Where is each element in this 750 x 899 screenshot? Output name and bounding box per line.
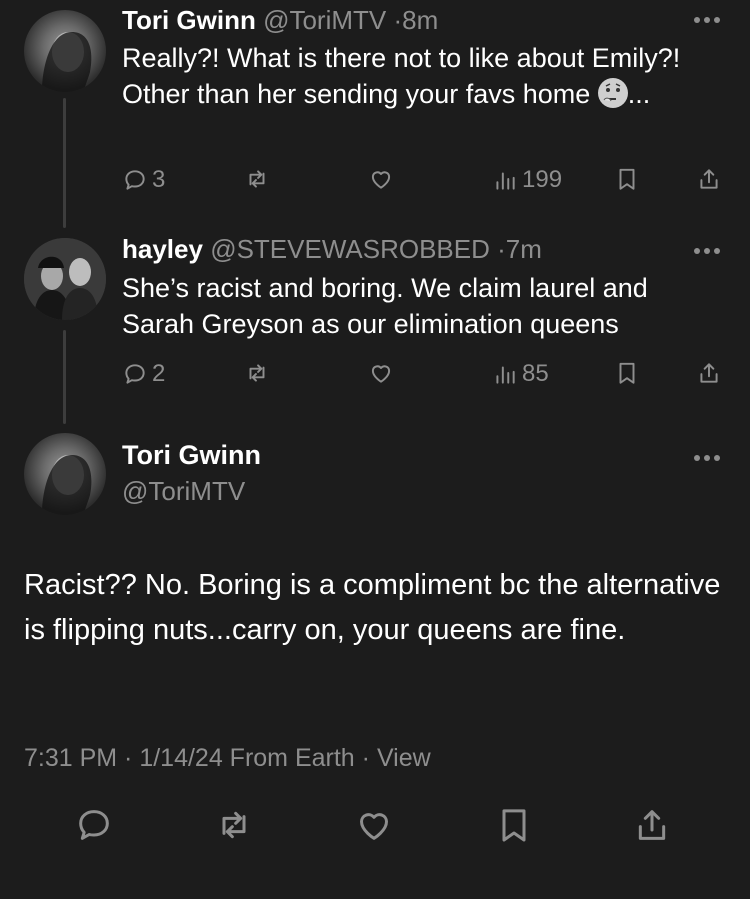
author-name[interactable]: Tori Gwinn (122, 440, 261, 471)
tweet-header: Tori Gwinn @ToriMTV ·8m (122, 5, 438, 35)
retweet-icon (244, 360, 270, 386)
tweet-time[interactable]: 8m (402, 5, 438, 35)
separator: · (393, 5, 403, 35)
like-icon (354, 805, 394, 845)
author-name[interactable]: Tori Gwinn (122, 5, 256, 35)
like-icon (368, 166, 394, 192)
like-icon (368, 360, 394, 386)
thread-line (63, 330, 66, 424)
reply-icon (122, 167, 148, 193)
timestamp[interactable]: 7:31 PM · 1/14/24 From Earth (24, 744, 355, 772)
share-button[interactable] (696, 166, 722, 192)
like-button[interactable] (368, 166, 394, 192)
share-button[interactable] (696, 360, 722, 386)
share-icon (696, 360, 722, 386)
separator: · (497, 234, 506, 264)
view-count: 85 (522, 360, 549, 387)
like-button[interactable] (354, 805, 394, 845)
reply-button[interactable]: 3 (122, 166, 165, 194)
more-icon[interactable] (694, 246, 724, 256)
retweet-button[interactable] (244, 166, 270, 192)
retweet-icon (244, 166, 270, 192)
main-tweet-text: Racist?? No. Boring is a compliment bc t… (24, 569, 721, 646)
views-button[interactable]: 85 (492, 360, 549, 388)
reply-count: 3 (152, 166, 166, 193)
more-icon[interactable] (694, 15, 724, 25)
reply-icon (122, 361, 148, 387)
tweet-text: Really?! What is there not to like about… (122, 40, 712, 112)
view-link[interactable]: View (377, 744, 431, 772)
bookmark-button[interactable] (614, 360, 640, 386)
views-button[interactable]: 199 (492, 166, 562, 194)
tweet-meta: 7:31 PM · 1/14/24 From Earth · View (24, 744, 431, 773)
reply-button[interactable]: 2 (122, 360, 165, 388)
action-bar (0, 805, 750, 850)
tweet-text-part: ... (627, 79, 651, 109)
share-button[interactable] (632, 805, 672, 845)
avatar-hayley[interactable] (24, 238, 106, 320)
reply-icon (74, 805, 114, 845)
avatar-tori-gwinn[interactable] (24, 433, 106, 515)
author-handle[interactable]: @STEVEWASROBBED (210, 234, 490, 264)
bookmark-icon (614, 360, 640, 386)
author-handle[interactable]: @ToriMTV (263, 5, 386, 35)
avatar-tori-gwinn[interactable] (24, 10, 106, 92)
tweet-actions: 2 85 (122, 360, 722, 390)
reply-button[interactable] (74, 805, 114, 845)
bookmark-button[interactable] (494, 805, 534, 845)
view-count: 199 (522, 166, 563, 193)
bookmark-icon (494, 805, 534, 845)
retweet-button[interactable] (244, 360, 270, 386)
author-name[interactable]: hayley (122, 234, 203, 264)
tweet-text-part: Really?! What is there not to like about… (122, 43, 681, 109)
tweet-time[interactable]: 7m (506, 234, 542, 264)
thread-line (63, 98, 66, 228)
author-handle[interactable]: @ToriMTV (122, 476, 245, 507)
like-button[interactable] (368, 360, 394, 386)
bookmark-icon (614, 166, 640, 192)
retweet-button[interactable] (214, 805, 254, 845)
retweet-icon (214, 805, 254, 845)
more-icon[interactable] (694, 453, 724, 463)
tweet-text: She’s racist and boring. We claim laurel… (122, 273, 648, 339)
thinking-face-icon (597, 78, 628, 108)
views-icon (492, 361, 518, 387)
reply-count: 2 (152, 360, 166, 387)
share-icon (696, 166, 722, 192)
share-icon (632, 805, 672, 845)
views-icon (492, 167, 518, 193)
bookmark-button[interactable] (614, 166, 640, 192)
separator: · (361, 744, 370, 772)
tweet-actions: 3 199 (122, 166, 722, 196)
tweet-header: hayley @STEVEWASROBBED ·7m (122, 234, 542, 264)
